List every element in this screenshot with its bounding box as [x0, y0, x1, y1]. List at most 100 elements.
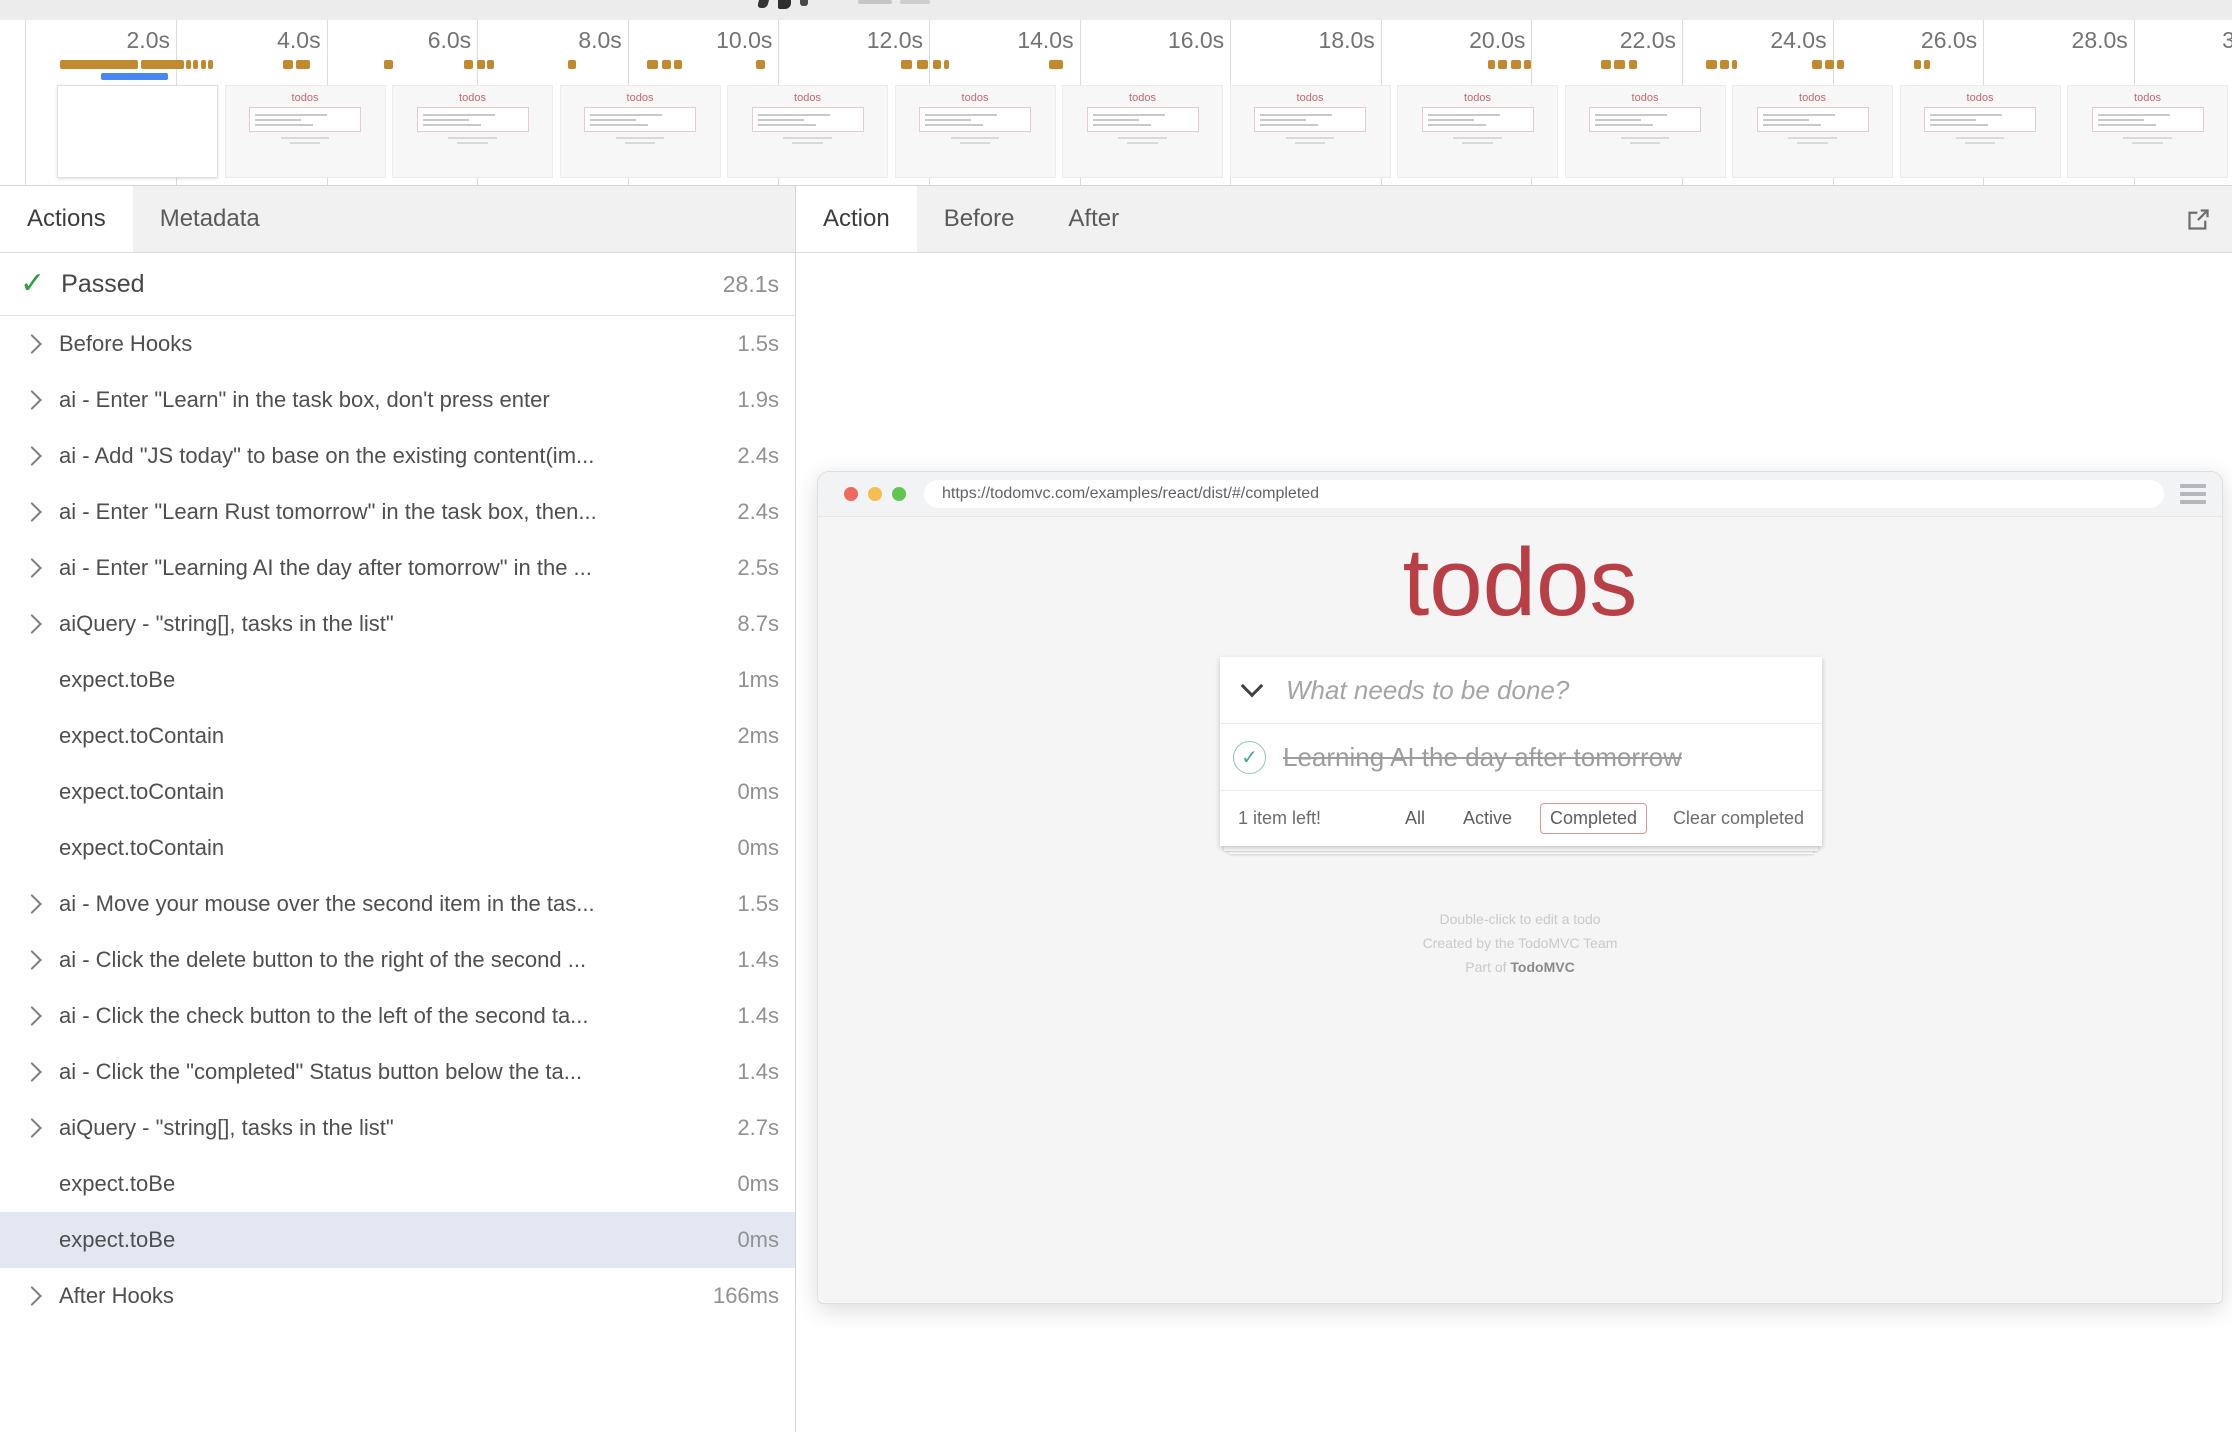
timeline-action-marker[interactable]: [1924, 60, 1930, 69]
filmstrip-thumbnail[interactable]: todos: [1397, 85, 1558, 178]
filmstrip-thumbnail[interactable]: todos: [1732, 85, 1893, 178]
action-row[interactable]: ai - Enter "Learn" in the task box, don'…: [0, 372, 795, 428]
timeline-action-marker[interactable]: [917, 60, 928, 69]
timeline-action-marker[interactable]: [464, 60, 474, 69]
timeline-action-marker[interactable]: [186, 60, 191, 69]
timeline-action-marker[interactable]: [1511, 60, 1521, 69]
timeline-action-marker[interactable]: [1049, 60, 1063, 69]
filmstrip-thumbnail[interactable]: todos: [1062, 85, 1223, 178]
action-row[interactable]: ai - Move your mouse over the second ite…: [0, 876, 795, 932]
filmstrip-thumbnail[interactable]: [57, 85, 218, 178]
action-row[interactable]: expect.toContain0ms: [0, 820, 795, 876]
timeline-action-marker[interactable]: [1524, 60, 1532, 69]
chevron-right-icon[interactable]: [22, 1062, 42, 1082]
timeline-action-marker[interactable]: [487, 60, 494, 69]
timeline-action-marker[interactable]: [662, 60, 672, 69]
menu-icon: [2180, 484, 2206, 504]
timeline-action-marker[interactable]: [1812, 60, 1823, 69]
action-row[interactable]: aiQuery - "string[], tasks in the list"8…: [0, 596, 795, 652]
timeline-action-marker[interactable]: [1629, 60, 1637, 69]
action-row[interactable]: expect.toBe0ms: [0, 1212, 795, 1268]
filmstrip-thumbnail[interactable]: todos: [225, 85, 386, 178]
timeline-action-marker[interactable]: [674, 60, 682, 69]
timeline-action-marker[interactable]: [141, 60, 184, 69]
timeline-action-marker[interactable]: [296, 60, 310, 69]
filmstrip-thumbnail[interactable]: todos: [895, 85, 1056, 178]
filmstrip-thumbnail[interactable]: todos: [2067, 85, 2228, 178]
chevron-right-icon[interactable]: [22, 390, 42, 410]
timeline-action-marker[interactable]: [1614, 60, 1625, 69]
tab-actions[interactable]: Actions: [0, 186, 133, 252]
action-row[interactable]: ai - Enter "Learn Rust tomorrow" in the …: [0, 484, 795, 540]
tab-before[interactable]: Before: [917, 186, 1042, 252]
chevron-right-icon[interactable]: [22, 1006, 42, 1026]
open-in-new-window-icon[interactable]: [2185, 186, 2212, 252]
action-row[interactable]: ai - Click the "completed" Status button…: [0, 1044, 795, 1100]
todo-toggle-checked-icon[interactable]: ✓: [1233, 741, 1266, 774]
filmstrip-thumbnail[interactable]: todos: [560, 85, 721, 178]
chevron-right-icon[interactable]: [22, 950, 42, 970]
action-row[interactable]: ai - Click the delete button to the righ…: [0, 932, 795, 988]
toggle-all-chevron-icon[interactable]: [1241, 675, 1264, 698]
timeline-action-marker[interactable]: [193, 60, 198, 69]
timeline-tick-label: 12.0s: [773, 27, 923, 54]
timeline-action-marker[interactable]: [283, 60, 293, 69]
action-row[interactable]: expect.toBe0ms: [0, 1156, 795, 1212]
action-row[interactable]: After Hooks166ms: [0, 1268, 795, 1324]
timeline-action-marker[interactable]: [201, 60, 206, 69]
timeline-action-marker[interactable]: [60, 60, 138, 69]
filmstrip-thumbnail[interactable]: todos: [1230, 85, 1391, 178]
timeline-action-marker[interactable]: [933, 60, 941, 69]
action-row[interactable]: ai - Click the check button to the left …: [0, 988, 795, 1044]
timeline-action-marker[interactable]: [901, 60, 912, 69]
timeline-action-marker[interactable]: [1732, 60, 1737, 69]
chevron-right-icon[interactable]: [22, 1286, 42, 1306]
filter-active[interactable]: Active: [1453, 803, 1522, 834]
timeline-action-marker[interactable]: [1825, 60, 1834, 69]
new-todo-input[interactable]: What needs to be done?: [1220, 657, 1822, 724]
chevron-right-icon[interactable]: [22, 334, 42, 354]
chevron-right-icon[interactable]: [22, 502, 42, 522]
todo-item[interactable]: ✓ Learning AI the day after tomorrow: [1220, 724, 1822, 791]
thumbnail-text-line: [1428, 124, 1486, 126]
timeline-selected-range[interactable]: [101, 73, 169, 80]
filmstrip-thumbnail[interactable]: todos: [392, 85, 553, 178]
test-status-row[interactable]: ✓ Passed 28.1s: [0, 253, 795, 316]
timeline-action-marker[interactable]: [384, 60, 393, 69]
action-row[interactable]: ai - Enter "Learning AI the day after to…: [0, 540, 795, 596]
chevron-right-icon[interactable]: [22, 558, 42, 578]
timeline-action-marker[interactable]: [1498, 60, 1507, 69]
timeline-action-marker[interactable]: [1914, 60, 1922, 69]
timeline-action-marker[interactable]: [944, 60, 949, 69]
filmstrip-thumbnail[interactable]: todos: [1900, 85, 2061, 178]
timeline-action-marker[interactable]: [1720, 60, 1729, 69]
tab-after[interactable]: After: [1041, 186, 1146, 252]
timeline-action-marker[interactable]: [1706, 60, 1717, 69]
timeline-action-marker[interactable]: [647, 60, 658, 69]
timeline-action-marker[interactable]: [1601, 60, 1612, 69]
action-row[interactable]: expect.toContain0ms: [0, 764, 795, 820]
filter-completed[interactable]: Completed: [1540, 803, 1647, 834]
filter-all[interactable]: All: [1395, 803, 1435, 834]
timeline[interactable]: 2.0s4.0s6.0s8.0s10.0s12.0s14.0s16.0s18.0…: [0, 20, 2232, 186]
timeline-action-marker[interactable]: [568, 60, 576, 69]
action-row[interactable]: expect.toContain2ms: [0, 708, 795, 764]
action-row[interactable]: aiQuery - "string[], tasks in the list"2…: [0, 1100, 795, 1156]
timeline-action-marker[interactable]: [756, 60, 765, 69]
timeline-action-marker[interactable]: [208, 60, 213, 69]
timeline-action-marker[interactable]: [1837, 60, 1844, 69]
chevron-right-icon[interactable]: [22, 446, 42, 466]
timeline-action-marker[interactable]: [477, 60, 485, 69]
filmstrip-thumbnail[interactable]: todos: [1565, 85, 1726, 178]
tab-metadata[interactable]: Metadata: [133, 186, 287, 252]
action-row[interactable]: expect.toBe1ms: [0, 652, 795, 708]
action-row[interactable]: ai - Add "JS today" to base on the exist…: [0, 428, 795, 484]
chevron-right-icon[interactable]: [22, 614, 42, 634]
clear-completed-button[interactable]: Clear completed: [1673, 808, 1804, 829]
chevron-right-icon[interactable]: [22, 1118, 42, 1138]
action-row[interactable]: Before Hooks1.5s: [0, 316, 795, 372]
chevron-right-icon[interactable]: [22, 894, 42, 914]
filmstrip-thumbnail[interactable]: todos: [727, 85, 888, 178]
timeline-action-marker[interactable]: [1488, 60, 1496, 69]
tab-action[interactable]: Action: [796, 186, 917, 252]
